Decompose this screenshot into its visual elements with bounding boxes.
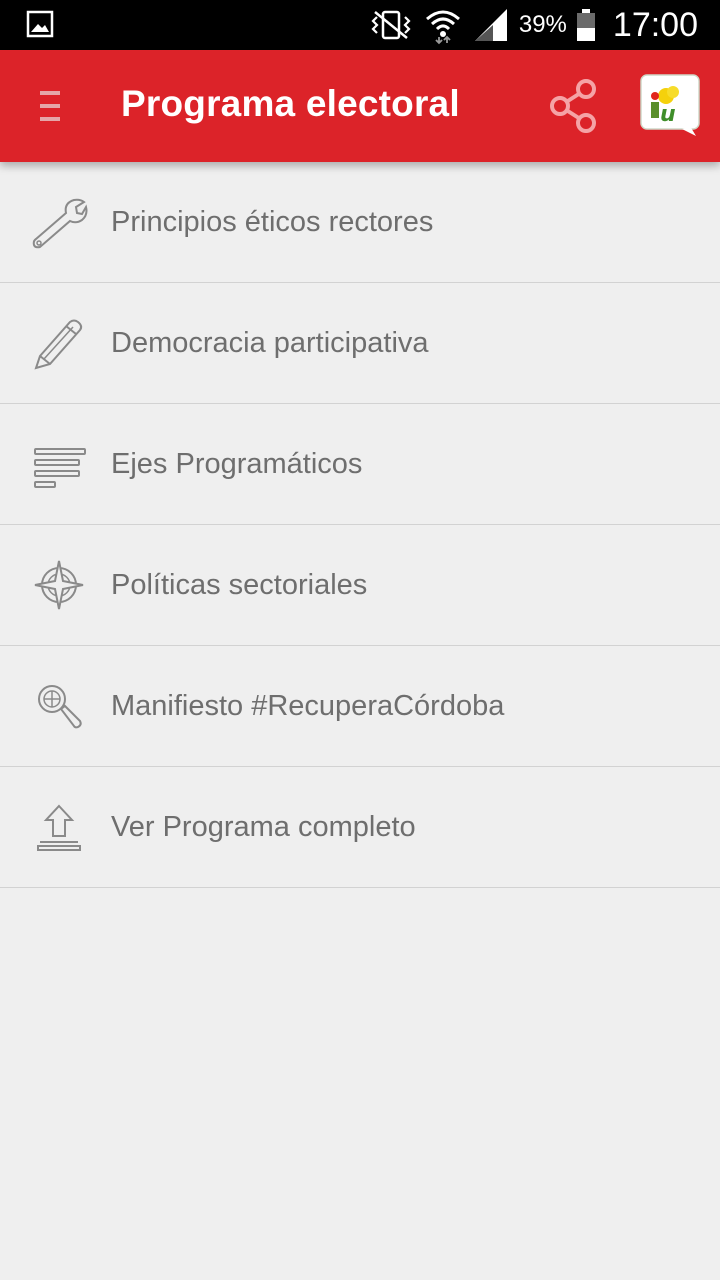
wifi-icon (425, 10, 460, 45)
menu-item-label: Democracia participativa (111, 327, 429, 359)
pencil-icon (34, 319, 83, 370)
menu-item-ver-programa[interactable]: Ver Programa completo (0, 767, 720, 888)
page-title: Programa electoral (121, 83, 460, 124)
menu-item-label: Principios éticos rectores (111, 206, 434, 238)
iu-logo-button[interactable]: u (638, 72, 704, 138)
battery-icon (576, 9, 595, 41)
battery-percentage: 39% (518, 11, 567, 38)
status-icons: 39% 17:00 (367, 0, 698, 50)
app-bar: Programa electoral u (0, 50, 720, 162)
share-icon (550, 79, 596, 133)
menu-list: Principios éticos rectores Democracia pa… (0, 162, 720, 888)
upload-icon (37, 804, 81, 851)
menu-item-label: Ejes Programáticos (111, 448, 363, 480)
menu-item-label: Manifiesto #RecuperaCórdoba (111, 690, 505, 722)
image-notification-icon (26, 10, 54, 38)
menu-item-politicas[interactable]: Políticas sectoriales (0, 525, 720, 646)
vibrate-icon (371, 10, 411, 40)
magnifier-globe-icon (38, 685, 82, 729)
compass-icon (34, 560, 84, 610)
menu-item-principios[interactable]: Principios éticos rectores (0, 162, 720, 283)
menu-item-label: Políticas sectoriales (111, 569, 368, 601)
menu-item-manifiesto[interactable]: Manifiesto #RecuperaCórdoba (0, 646, 720, 767)
iu-logo: u (640, 74, 700, 136)
share-button[interactable] (544, 78, 604, 134)
wrench-icon (32, 198, 88, 249)
clock: 17:00 (612, 5, 698, 44)
menu-item-label: Ver Programa completo (111, 811, 416, 843)
lines-icon (34, 448, 86, 488)
signal-icon (474, 9, 507, 41)
menu-button[interactable] (26, 80, 74, 132)
svg-text:u: u (660, 102, 676, 127)
menu-item-democracia[interactable]: Democracia participativa (0, 283, 720, 404)
menu-item-ejes[interactable]: Ejes Programáticos (0, 404, 720, 525)
status-bar: 39% 17:00 (0, 0, 720, 50)
